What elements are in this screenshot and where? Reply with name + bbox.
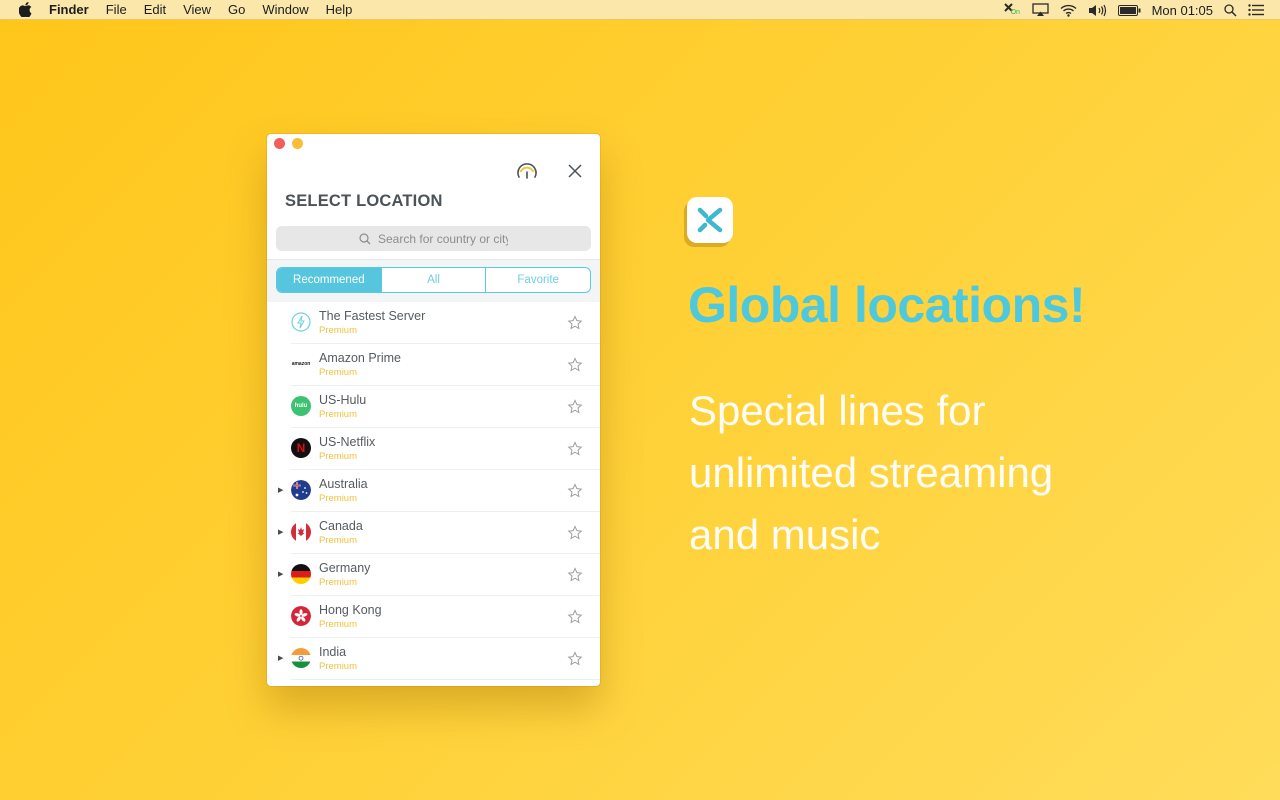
location-name: Canada (319, 519, 363, 533)
wifi-icon[interactable] (1060, 4, 1077, 17)
promo-subline-line: and music (689, 511, 881, 558)
search-icon (359, 232, 371, 244)
menu-clock[interactable]: Mon 01:05 (1152, 3, 1213, 18)
spotlight-search-icon[interactable] (1224, 3, 1237, 17)
australia-flag-icon (291, 480, 311, 500)
location-row-india[interactable]: ▶ India Premium (267, 638, 600, 680)
favorite-star-icon[interactable] (567, 609, 583, 625)
location-row-germany[interactable]: ▶ Germany Premium (267, 554, 600, 596)
location-tier: Premium (319, 535, 358, 546)
amazon-logo-icon: amazon (291, 354, 311, 374)
apple-menu-icon[interactable] (17, 2, 33, 18)
window-minimize-button[interactable] (292, 138, 303, 149)
page-title: SELECT LOCATION (285, 192, 443, 210)
row-divider (291, 679, 600, 680)
hulu-logo-icon: hulu (291, 396, 311, 416)
promo-subline-line: Special lines for (689, 387, 986, 434)
promo-subline: Special lines for unlimited streaming an… (689, 380, 1053, 566)
germany-flag-icon (291, 564, 311, 584)
search-input[interactable] (378, 231, 508, 246)
airplay-icon[interactable] (1031, 3, 1049, 17)
favorite-star-icon[interactable] (567, 399, 583, 415)
favorite-star-icon[interactable] (567, 525, 583, 541)
tab-all[interactable]: All (380, 268, 486, 292)
tab-recommended[interactable]: Recommened (277, 268, 381, 292)
location-tier: Premium (319, 493, 358, 504)
promo-subline-line: unlimited streaming (689, 449, 1054, 496)
window-close-button[interactable] (274, 138, 285, 149)
hong-kong-flag-icon (291, 606, 311, 626)
location-row-fastest-server[interactable]: The Fastest Server Premium (267, 302, 600, 344)
location-tier: Premium (319, 577, 358, 588)
location-tier: Premium (319, 661, 358, 672)
notification-center-icon[interactable] (1248, 4, 1264, 16)
location-name: The Fastest Server (319, 309, 426, 323)
favorite-star-icon[interactable] (567, 315, 583, 331)
location-row-us-netflix[interactable]: N US-Netflix Premium (267, 428, 600, 470)
location-tier: Premium (319, 325, 358, 336)
location-name: US-Netflix (319, 435, 376, 449)
canada-flag-icon (291, 522, 311, 542)
expand-arrow-icon[interactable]: ▶ (278, 486, 283, 494)
menu-help[interactable]: Help (326, 2, 353, 17)
location-name: Germany (319, 561, 371, 575)
menu-edit[interactable]: Edit (144, 2, 166, 17)
location-list: The Fastest Server Premium amazon Amazon… (267, 302, 600, 680)
menu-window[interactable]: Window (262, 2, 308, 17)
volume-icon[interactable] (1088, 4, 1107, 17)
app-logo-icon (687, 197, 733, 243)
location-name: US-Hulu (319, 393, 367, 407)
speed-test-icon[interactable] (516, 160, 538, 182)
select-location-window: SELECT LOCATION Recommened All Favorite … (267, 134, 600, 686)
location-row-hong-kong[interactable]: Hong Kong Premium (267, 596, 600, 638)
favorite-star-icon[interactable] (567, 357, 583, 373)
netflix-logo-text: N (296, 441, 306, 455)
battery-icon[interactable] (1117, 4, 1141, 16)
menu-go[interactable]: Go (228, 2, 245, 17)
tab-favorite[interactable]: Favorite (485, 268, 590, 292)
expand-arrow-icon[interactable]: ▶ (278, 570, 283, 578)
menu-file[interactable]: File (106, 2, 127, 17)
location-row-australia[interactable]: ▶ Australia Premium (267, 470, 600, 512)
location-row-amazon-prime[interactable]: amazon Amazon Prime Premium (267, 344, 600, 386)
favorite-star-icon[interactable] (567, 567, 583, 583)
menu-status-area: On Mon 01:05 (1003, 0, 1280, 20)
favorite-star-icon[interactable] (567, 483, 583, 499)
location-tier: Premium (319, 367, 358, 378)
favorite-star-icon[interactable] (567, 441, 583, 457)
location-name: Amazon Prime (319, 351, 401, 365)
location-name: India (319, 645, 347, 659)
lightning-icon (291, 312, 311, 332)
location-tier: Premium (319, 619, 358, 630)
promo-headline: Global locations! (688, 277, 1086, 333)
expand-arrow-icon[interactable]: ▶ (278, 528, 283, 536)
close-icon[interactable] (567, 163, 583, 179)
menu-bar: Finder File Edit View Go Window Help On … (0, 0, 1280, 20)
location-tabs: Recommened All Favorite (276, 267, 591, 293)
search-field[interactable] (276, 226, 591, 251)
location-row-canada[interactable]: ▶ Canada Premium (267, 512, 600, 554)
location-tier: Premium (319, 451, 358, 462)
menu-view[interactable]: View (183, 2, 211, 17)
location-tier: Premium (319, 409, 358, 420)
vpn-status-icon[interactable]: On (1003, 2, 1021, 18)
location-name: Australia (319, 477, 368, 491)
menu-app-name[interactable]: Finder (49, 2, 89, 17)
location-name: Hong Kong (319, 603, 382, 617)
vpn-on-badge: On (1010, 9, 1020, 16)
hulu-logo-text: hulu (294, 403, 308, 409)
amazon-logo-text: amazon (291, 361, 311, 367)
favorite-star-icon[interactable] (567, 651, 583, 667)
location-row-us-hulu[interactable]: hulu US-Hulu Premium (267, 386, 600, 428)
window-controls (274, 138, 310, 149)
netflix-logo-icon: N (291, 438, 311, 458)
expand-arrow-icon[interactable]: ▶ (278, 654, 283, 662)
india-flag-icon (291, 648, 311, 668)
